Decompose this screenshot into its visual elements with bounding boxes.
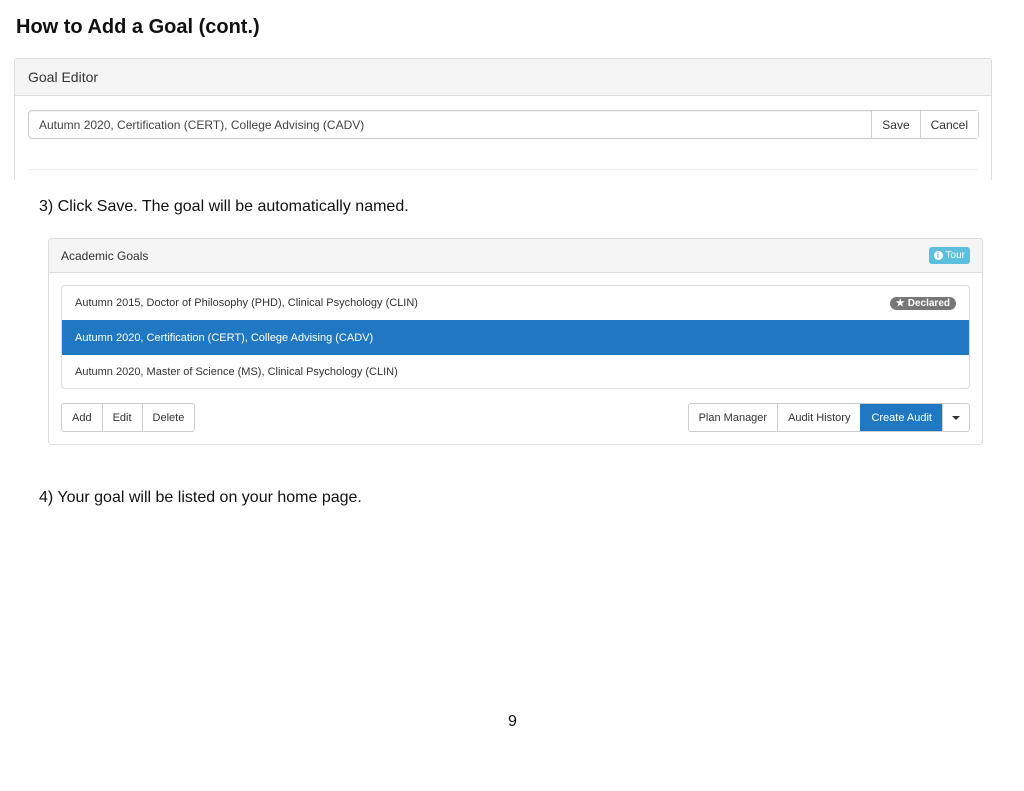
step-3-text: 3) Click Save. The goal will be automati… (39, 198, 409, 215)
goal-label: Autumn 2020, Master of Science (MS), Cli… (75, 365, 398, 378)
academic-goals-panel: Academic Goals i Tour Autumn 2015, Docto… (48, 238, 983, 445)
star-icon: ★ (895, 297, 905, 309)
page-number: 9 (508, 713, 517, 730)
declared-badge: ★ Declared (889, 296, 956, 310)
goal-editor-heading: Goal Editor (15, 59, 991, 96)
audit-actions-group: Plan Manager Audit History Create Audit (687, 403, 970, 432)
cancel-button[interactable]: Cancel (919, 111, 978, 138)
declared-badge-label: Declared (907, 297, 950, 309)
goal-label: Autumn 2015, Doctor of Philosophy (PHD),… (75, 297, 418, 309)
divider (28, 169, 978, 170)
goal-name-input[interactable] (29, 111, 872, 138)
goal-list-item-selected[interactable]: Autumn 2020, Certification (CERT), Colle… (62, 320, 969, 354)
goal-editor-panel: Goal Editor Save Cancel (14, 58, 992, 180)
edit-button[interactable]: Edit (101, 404, 142, 431)
academic-goals-title: Academic Goals (61, 248, 149, 263)
info-circle-icon: i (933, 251, 943, 260)
tour-label: Tour (945, 250, 965, 261)
audit-dropdown-toggle[interactable] (942, 404, 969, 431)
goal-list-item[interactable]: Autumn 2020, Master of Science (MS), Cli… (62, 354, 969, 388)
goal-list-item[interactable]: Autumn 2015, Doctor of Philosophy (PHD),… (62, 286, 969, 320)
delete-button[interactable]: Delete (141, 404, 195, 431)
add-button[interactable]: Add (62, 404, 102, 431)
goal-name-input-group: Save Cancel (28, 110, 979, 139)
audit-history-button[interactable]: Audit History (777, 404, 861, 431)
save-button[interactable]: Save (871, 111, 920, 138)
tour-button[interactable]: i Tour (928, 247, 970, 264)
academic-goals-heading: Academic Goals i Tour (49, 239, 982, 273)
goal-label: Autumn 2020, Certification (CERT), Colle… (75, 331, 374, 344)
caret-down-icon (952, 415, 960, 420)
goal-list: Autumn 2015, Doctor of Philosophy (PHD),… (61, 285, 970, 389)
goal-actions-group: Add Edit Delete (61, 403, 196, 432)
step-4-text: 4) Your goal will be listed on your home… (39, 489, 362, 506)
plan-manager-button[interactable]: Plan Manager (688, 404, 778, 431)
create-audit-button[interactable]: Create Audit (860, 404, 942, 431)
document-title: How to Add a Goal (cont.) (16, 16, 260, 38)
